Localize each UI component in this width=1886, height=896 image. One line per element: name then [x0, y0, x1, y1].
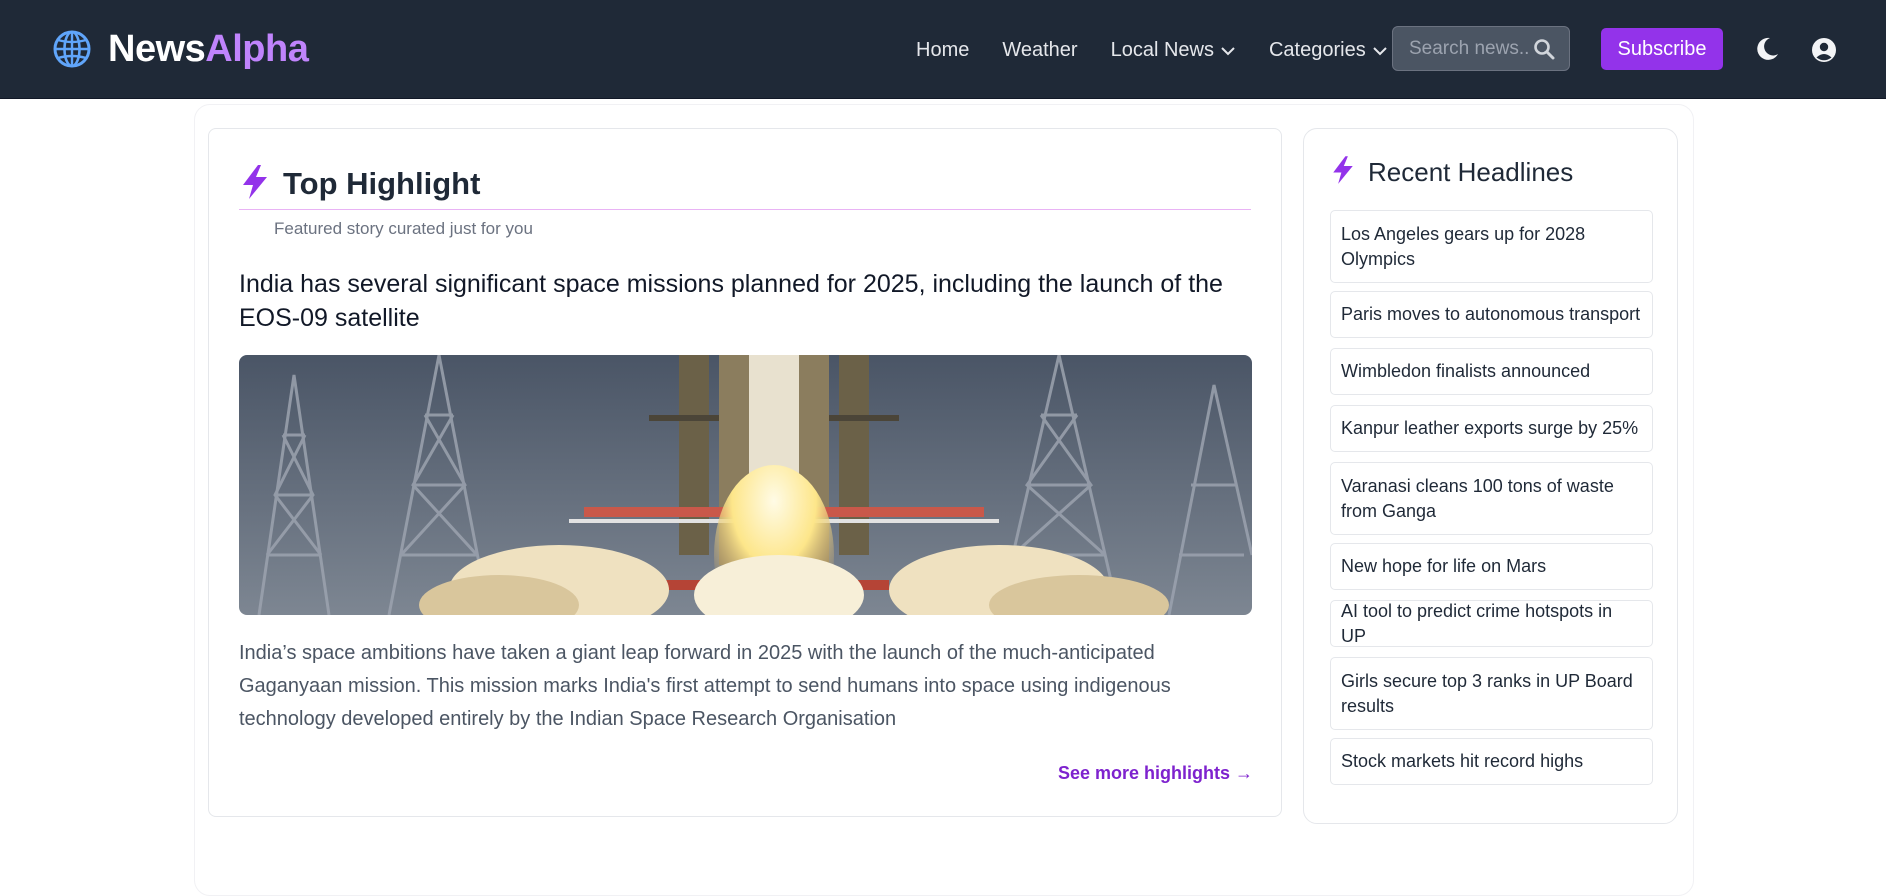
- top-highlight-card: Top Highlight Featured story curated jus…: [208, 128, 1282, 817]
- brand-name: NewsAlpha: [108, 27, 309, 71]
- headline-item[interactable]: Paris moves to autonomous transport: [1330, 291, 1653, 338]
- nav-item-label: Local News: [1110, 38, 1214, 61]
- nav-item-home[interactable]: Home: [916, 39, 969, 62]
- brand-name-part2: Alpha: [205, 27, 309, 70]
- brand-name-part1: News: [108, 27, 206, 70]
- headline-item[interactable]: New hope for life on Mars: [1330, 543, 1653, 590]
- nav-item-local-news[interactable]: Local News: [1111, 39, 1236, 62]
- headline-item[interactable]: Los Angeles gears up for 2028 Olympics: [1330, 210, 1653, 283]
- headline-item[interactable]: AI tool to predict crime hotspots in UP: [1330, 600, 1653, 647]
- brand-logo[interactable]: NewsAlpha: [52, 26, 309, 72]
- globe-icon: [52, 29, 92, 69]
- story-title[interactable]: India has several significant space miss…: [239, 267, 1251, 335]
- rocket-launch-image[interactable]: [239, 355, 1252, 615]
- lightning-bolt-icon: [1330, 155, 1356, 190]
- nav-item-label: Categories: [1268, 38, 1366, 61]
- section-header: Top Highlight: [239, 159, 1251, 210]
- top-navbar: NewsAlpha Home Weather Local News Catego…: [0, 0, 1886, 99]
- section-title: Top Highlight: [283, 166, 481, 201]
- user-circle-icon[interactable]: [1811, 37, 1837, 68]
- headline-item[interactable]: Kanpur leather exports surge by 25%: [1330, 405, 1653, 452]
- nav-item-label: Weather: [1002, 38, 1078, 61]
- headline-item[interactable]: Stock markets hit record highs: [1330, 738, 1653, 785]
- headline-item[interactable]: Girls secure top 3 ranks in UP Board res…: [1330, 657, 1653, 730]
- story-body: India’s space ambitions have taken a gia…: [239, 642, 1171, 730]
- search-box: [1392, 26, 1570, 71]
- subscribe-button[interactable]: Subscribe: [1601, 28, 1723, 70]
- sidebar-title: Recent Headlines: [1368, 157, 1574, 187]
- chevron-down-icon: [1372, 39, 1388, 62]
- nav-item-weather[interactable]: Weather: [1002, 39, 1077, 62]
- sidebar-header: Recent Headlines: [1330, 155, 1573, 190]
- chevron-down-icon: [1220, 39, 1236, 62]
- search-icon[interactable]: [1533, 38, 1555, 65]
- recent-headlines-card: Recent Headlines Los Angeles gears up fo…: [1303, 128, 1678, 824]
- nav-item-label: Home: [916, 38, 970, 61]
- moon-icon[interactable]: [1754, 36, 1780, 67]
- lightning-bolt-icon: [239, 164, 271, 205]
- main-nav: Home Weather Local News Categories: [916, 30, 1388, 70]
- section-subtitle: Featured story curated just for you: [274, 219, 533, 238]
- nav-item-categories[interactable]: Categories: [1269, 39, 1388, 62]
- see-more-highlights-link[interactable]: See more highlights →: [1058, 763, 1253, 784]
- headline-item[interactable]: Varanasi cleans 100 tons of waste from G…: [1330, 462, 1653, 535]
- headline-item[interactable]: Wimbledon finalists announced: [1330, 348, 1653, 395]
- search-input[interactable]: [1407, 36, 1531, 61]
